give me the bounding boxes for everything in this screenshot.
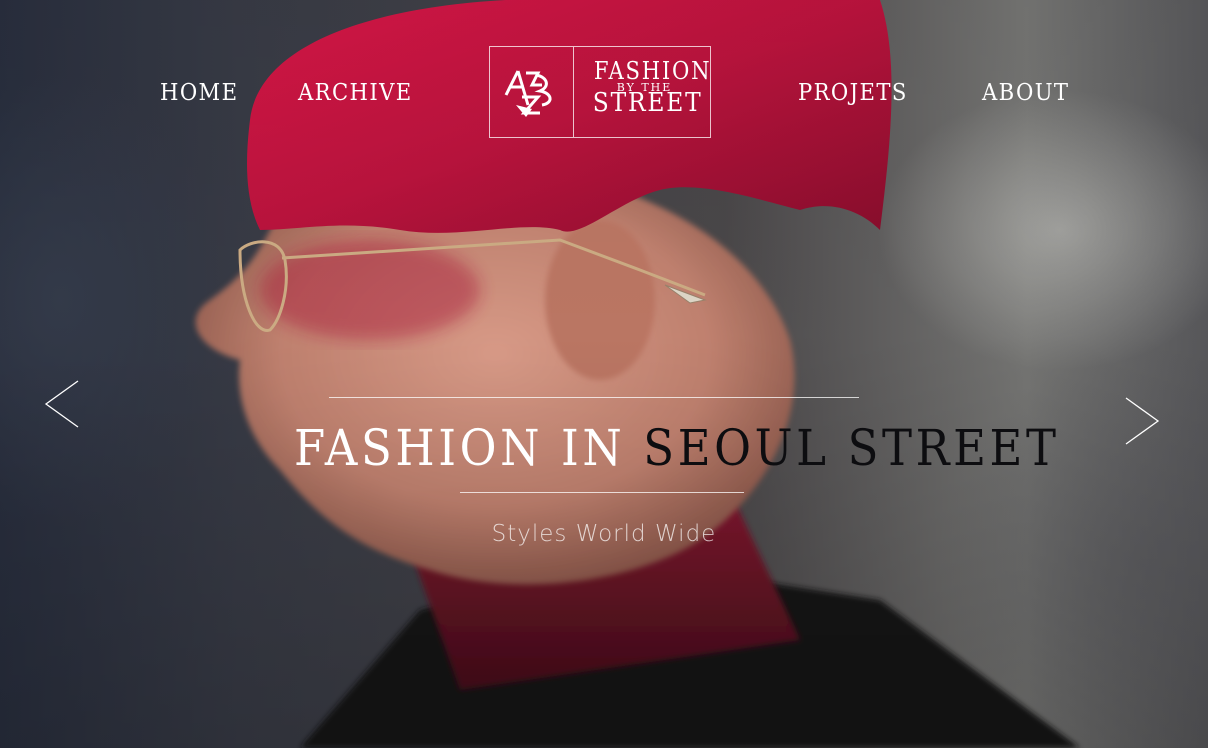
headline-part-dark: SEOUL STREET xyxy=(643,419,1060,477)
headline-part-light: FASHION IN xyxy=(294,419,644,477)
nav-projets-link[interactable]: PROJETS xyxy=(798,80,908,106)
slider-next-button[interactable] xyxy=(1122,395,1162,449)
logo-text-street: STREET xyxy=(592,88,703,118)
hero-headline: FASHION IN SEOUL STREET xyxy=(294,418,1056,478)
hero-subtitle: Styles World Wide xyxy=(491,521,717,547)
headline-rule-bottom xyxy=(460,492,744,493)
logo-text-fashion: FASHION xyxy=(593,57,712,85)
logo-wordmark: FASHION BY THE STREET xyxy=(587,57,712,118)
slider-prev-button[interactable] xyxy=(42,378,82,432)
landing-page: HOME ARCHIVE PROJETS ABOUT FASHION BY TH… xyxy=(0,0,1208,748)
site-logo[interactable]: FASHION BY THE STREET xyxy=(489,46,711,138)
chevron-left-icon xyxy=(44,380,79,428)
nav-about-link[interactable]: ABOUT xyxy=(982,80,1069,106)
logo-monogram-icon xyxy=(502,65,562,121)
nav-home-link[interactable]: HOME xyxy=(160,80,238,106)
logo-divider xyxy=(573,47,574,137)
chevron-right-icon xyxy=(1125,397,1160,445)
headline-rule-top xyxy=(329,397,859,398)
nav-archive-link[interactable]: ARCHIVE xyxy=(298,80,413,106)
